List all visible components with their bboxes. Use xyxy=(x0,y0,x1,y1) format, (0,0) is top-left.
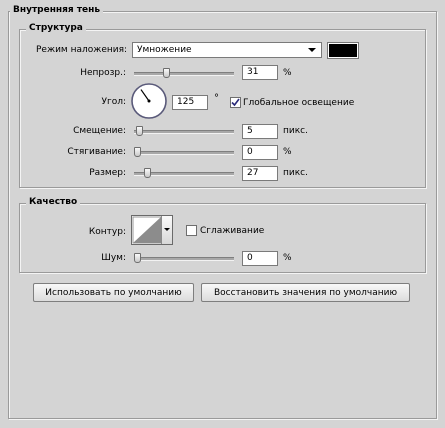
choke-slider-thumb[interactable] xyxy=(134,147,141,157)
contour-label: Контур: xyxy=(88,227,126,237)
opacity-label: Непрозр.: xyxy=(80,68,126,78)
size-slider-thumb[interactable] xyxy=(144,168,152,178)
blend-mode-value: Умножение xyxy=(137,45,192,55)
opacity-input[interactable]: 31 xyxy=(242,65,278,80)
contour-dropdown-button[interactable] xyxy=(161,216,172,244)
size-input[interactable]: 27 xyxy=(242,166,278,181)
contour-picker[interactable] xyxy=(131,215,173,245)
opacity-slider-track[interactable] xyxy=(134,72,234,76)
size-label: Размер: xyxy=(89,168,126,178)
choke-label: Стягивание: xyxy=(67,147,126,157)
antialias-checkbox[interactable] xyxy=(186,225,197,236)
chevron-down-icon xyxy=(164,228,170,231)
structure-title: Структура xyxy=(26,23,86,34)
check-icon xyxy=(231,98,240,107)
shadow-color-swatch[interactable] xyxy=(327,42,359,59)
antialias-label: Сглаживание xyxy=(200,226,265,236)
noise-input[interactable]: 0 xyxy=(242,251,278,266)
chevron-down-icon xyxy=(308,48,316,52)
blend-mode-select[interactable]: Умножение xyxy=(132,42,322,58)
global-light-checkbox[interactable] xyxy=(230,97,241,108)
opacity-slider-thumb[interactable] xyxy=(162,68,170,78)
noise-unit: % xyxy=(283,253,292,263)
angle-input[interactable]: 125 xyxy=(172,95,208,110)
reset-default-button[interactable]: Восстановить значения по умолчанию xyxy=(201,283,410,302)
quality-title: Качество xyxy=(26,197,81,208)
noise-slider-track[interactable] xyxy=(134,257,234,261)
opacity-unit: % xyxy=(283,68,292,78)
noise-slider-thumb[interactable] xyxy=(134,253,141,263)
distance-slider-thumb[interactable] xyxy=(135,126,143,136)
angle-unit: ° xyxy=(214,93,219,104)
panel-title: Внутренняя тень xyxy=(10,5,104,16)
distance-unit: пикс. xyxy=(283,126,308,136)
angle-dial[interactable] xyxy=(130,82,168,120)
global-light-label: Глобальное освещение xyxy=(243,98,355,108)
choke-unit: % xyxy=(283,147,292,157)
make-default-button[interactable]: Использовать по умолчанию xyxy=(33,283,194,302)
size-unit: пикс. xyxy=(283,168,308,178)
angle-label: Угол: xyxy=(101,97,126,107)
blend-mode-label: Режим наложения: xyxy=(36,45,128,55)
choke-slider-track[interactable] xyxy=(134,151,234,155)
contour-preview-icon xyxy=(132,216,162,244)
noise-label: Шум: xyxy=(101,253,126,263)
distance-slider-track[interactable] xyxy=(134,130,234,134)
distance-label: Смещение: xyxy=(73,126,126,136)
shadow-color-fill xyxy=(329,44,357,57)
choke-input[interactable]: 0 xyxy=(242,145,278,160)
distance-input[interactable]: 5 xyxy=(242,124,278,139)
